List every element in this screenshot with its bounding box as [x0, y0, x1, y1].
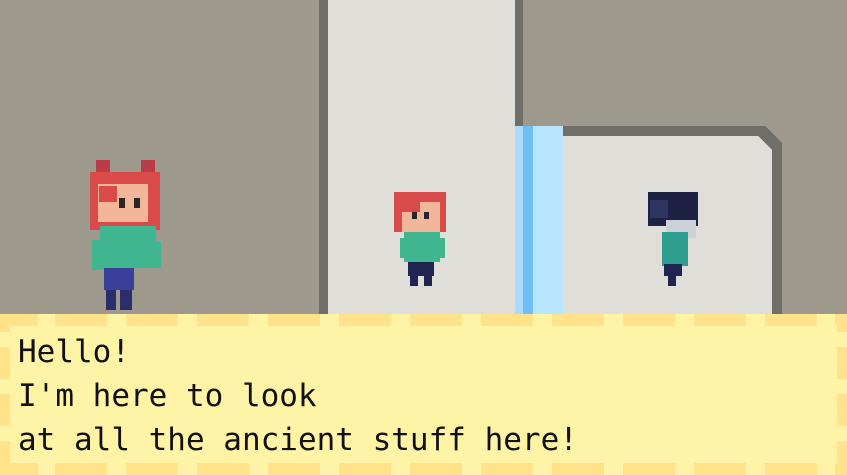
panel-left-edge: [319, 0, 328, 314]
game-scene: Hello! I'm here to look at all the ancie…: [0, 0, 847, 475]
waterfall-edge: [515, 126, 523, 314]
panel-right-edge: [515, 0, 523, 126]
dialog-box[interactable]: Hello! I'm here to look at all the ancie…: [0, 314, 847, 475]
dialog-line-1: Hello!: [18, 334, 130, 370]
dialog-text: Hello! I'm here to look at all the ancie…: [18, 330, 828, 462]
dialog-line-2: I'm here to look: [18, 378, 317, 414]
dialog-line-3: at all the ancient stuff here!: [18, 422, 578, 458]
waterfall-highlight: [523, 126, 533, 314]
